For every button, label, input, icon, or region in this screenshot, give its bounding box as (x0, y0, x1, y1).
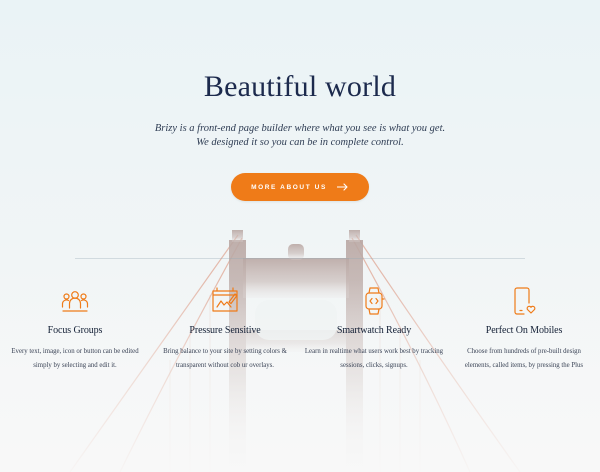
feature-smartwatch-ready: Smartwatch Ready Learn in realtime what … (304, 286, 444, 372)
feature-title: Focus Groups (47, 325, 103, 336)
hero-subtitle: Brizy is a front-end page builder where … (154, 123, 446, 148)
feature-title: Pressure Sensitive (189, 325, 261, 336)
artboard-edit-icon (212, 287, 238, 312)
feature-pressure-sensitive: Pressure Sensitive Bring balance to your… (155, 286, 295, 372)
hero-title: Beautiful world (203, 70, 397, 103)
more-about-us-button[interactable]: MORE ABOUT US (231, 173, 369, 201)
feature-description: Every text, image, icon or button can be… (11, 348, 139, 369)
section-divider (75, 258, 525, 259)
feature-focus-groups: Focus Groups Every text, image, icon or … (5, 286, 145, 372)
arrow-right-icon (336, 183, 348, 191)
feature-description: Choose from hundreds of pre-built design… (464, 348, 584, 369)
more-about-us-label: MORE ABOUT US (251, 183, 327, 191)
feature-title: Perfect On Mobiles (485, 325, 563, 336)
mobile-heart-icon (514, 287, 536, 315)
feature-description: Bring balance to your site by setting co… (163, 348, 287, 369)
smartwatch-code-icon (365, 287, 385, 315)
page: Beautiful world Brizy is a front-end pag… (0, 0, 600, 472)
feature-description: Learn in realtime what users work best b… (304, 348, 444, 369)
feature-title: Smartwatch Ready (336, 325, 412, 336)
people-group-icon (61, 291, 89, 312)
feature-perfect-on-mobiles: Perfect On Mobiles Choose from hundreds … (454, 286, 594, 372)
